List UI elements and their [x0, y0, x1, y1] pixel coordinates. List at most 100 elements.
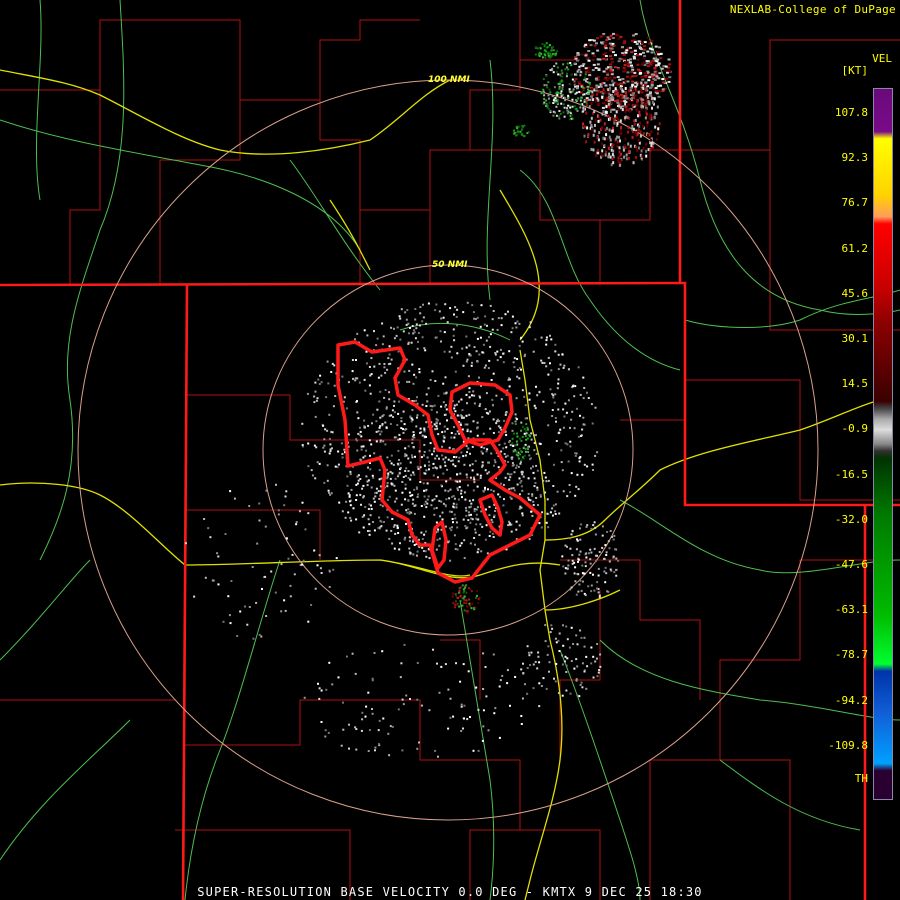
echo-pixel	[592, 63, 596, 66]
echo-pixel	[453, 404, 456, 407]
echo-pixel	[633, 71, 637, 74]
echo-pixel	[455, 315, 458, 318]
echo-pixel	[546, 512, 549, 515]
echo-pixel	[564, 96, 567, 99]
echo-pixel	[506, 454, 509, 457]
echo-pixel	[379, 416, 382, 419]
echo-pixel	[422, 303, 424, 306]
echo-pixel	[560, 69, 563, 72]
echo-pixel	[585, 101, 588, 104]
echo-pixel	[613, 76, 616, 79]
echo-pixel	[390, 462, 393, 465]
echo-pixel	[589, 120, 592, 124]
echo-pixel	[503, 498, 505, 501]
echo-pixel	[655, 64, 659, 67]
echo-pixel	[474, 543, 476, 546]
echo-pixel	[581, 428, 584, 431]
echo-pixel	[492, 653, 495, 656]
echo-pixel	[478, 353, 481, 356]
echo-pixel	[524, 404, 527, 407]
echo-pixel	[633, 119, 635, 123]
echo-pixel	[512, 445, 515, 447]
echo-pixel	[606, 531, 609, 533]
echo-pixel	[638, 124, 641, 128]
echo-pixel	[319, 374, 322, 377]
echo-pixel	[605, 67, 609, 70]
echo-pixel	[595, 92, 598, 96]
echo-pixel	[619, 132, 622, 135]
echo-pixel	[645, 60, 649, 62]
echo-pixel	[623, 64, 627, 67]
echo-pixel	[331, 683, 334, 686]
echo-pixel	[578, 583, 581, 586]
echo-pixel	[526, 446, 529, 449]
echo-pixel	[413, 373, 416, 376]
echo-pixel	[579, 579, 582, 582]
echo-pixel	[363, 419, 366, 422]
echo-pixel	[433, 513, 436, 516]
echo-pixel	[476, 316, 479, 319]
echo-pixel	[516, 368, 519, 371]
echo-pixel	[532, 504, 535, 506]
echo-pixel	[348, 747, 350, 750]
echo-pixel	[387, 472, 390, 475]
echo-pixel	[605, 572, 608, 575]
echo-pixel	[468, 602, 471, 605]
echo-pixel	[617, 89, 620, 92]
echo-pixel	[376, 337, 379, 340]
echo-pixel	[449, 716, 452, 719]
echo-pixel	[579, 70, 582, 73]
echo-pixel	[600, 142, 603, 146]
legend-tick: 61.2	[841, 241, 869, 255]
echo-pixel	[386, 476, 389, 479]
echo-pixel	[554, 510, 557, 513]
echo-pixel	[613, 571, 616, 574]
echo-pixel	[394, 532, 397, 535]
echo-pixel	[548, 88, 551, 91]
echo-pixel	[557, 408, 560, 411]
echo-pixel	[590, 403, 593, 406]
echo-pixel	[624, 87, 627, 90]
echo-pixel	[409, 494, 412, 497]
echo-pixel	[347, 511, 350, 514]
echo-pixel	[462, 727, 464, 730]
echo-pixel	[507, 524, 510, 527]
echo-pixel	[391, 518, 394, 520]
echo-pixel	[565, 671, 568, 673]
echo-pixel	[634, 74, 638, 77]
echo-pixel	[544, 491, 547, 494]
echo-pixel	[314, 477, 317, 480]
echo-pixel	[508, 488, 511, 491]
echo-pixel	[390, 326, 393, 329]
echo-pixel	[412, 471, 415, 474]
echo-pixel	[412, 329, 415, 332]
echo-pixel	[489, 427, 492, 430]
echo-pixel	[441, 454, 444, 457]
echo-pixel	[217, 555, 220, 558]
echo-pixel	[548, 101, 551, 104]
echo-pixel	[484, 469, 487, 472]
echo-pixel	[640, 89, 643, 92]
echo-pixel	[619, 159, 622, 162]
echo-pixel	[599, 665, 602, 668]
echo-pixel	[332, 405, 335, 408]
echo-pixel	[475, 508, 478, 511]
echo-pixel	[668, 76, 672, 79]
echo-pixel	[648, 76, 652, 79]
echo-pixel	[476, 427, 478, 430]
echo-pixel	[641, 154, 644, 158]
echo-pixel	[498, 685, 501, 688]
echo-pixel	[539, 494, 542, 497]
echo-pixel	[556, 387, 559, 390]
echo-pixel	[641, 42, 644, 45]
echo-pixel	[424, 435, 427, 438]
echo-pixel	[383, 366, 386, 369]
echo-pixel	[596, 63, 600, 66]
echo-pixel	[375, 420, 378, 423]
echo-pixel	[600, 41, 603, 44]
echo-pixel	[380, 477, 383, 480]
echo-pixel	[413, 505, 416, 507]
echo-pixel	[580, 681, 583, 684]
echo-pixel	[512, 361, 515, 364]
echo-pixel	[343, 396, 346, 399]
